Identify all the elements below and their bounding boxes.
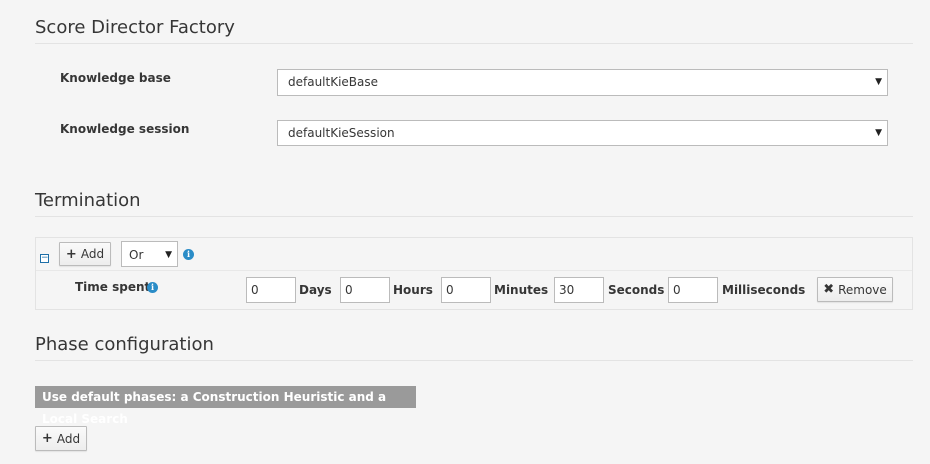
score-director-divider [35, 43, 913, 44]
score-director-title: Score Director Factory [35, 17, 235, 38]
minutes-input[interactable] [441, 277, 491, 303]
remove-button[interactable]: ✖ Remove [817, 277, 893, 302]
days-input[interactable] [246, 277, 296, 303]
knowledge-session-select[interactable]: defaultKieSession ▼ [277, 120, 888, 146]
phase-add-button[interactable]: + Add [35, 426, 87, 451]
info-circle-icon[interactable]: i [183, 249, 194, 260]
remove-label: Remove [838, 282, 887, 297]
info-circle-icon[interactable]: i [147, 282, 158, 293]
plus-icon: + [41, 431, 53, 446]
hours-input[interactable] [340, 277, 390, 303]
caret-down-icon: ▼ [165, 250, 172, 260]
knowledge-base-select[interactable]: defaultKieBase ▼ [277, 69, 888, 96]
milliseconds-input[interactable] [668, 277, 718, 303]
hours-label: Hours [393, 283, 433, 297]
termination-add-button[interactable]: + Add [59, 242, 111, 266]
minus-square-icon[interactable]: − [40, 254, 49, 263]
termination-operator-value: Or [129, 248, 144, 262]
caret-down-icon: ▼ [875, 77, 882, 87]
milliseconds-label: Milliseconds [722, 283, 806, 297]
default-phases-badge: Use default phases: a Construction Heuri… [35, 386, 416, 426]
knowledge-session-label: Knowledge session [60, 122, 190, 136]
caret-down-icon: ▼ [875, 128, 882, 138]
plus-icon: + [65, 246, 77, 262]
phase-config-divider [35, 360, 913, 361]
termination-title: Termination [35, 190, 141, 211]
seconds-label: Seconds [608, 283, 665, 297]
minutes-label: Minutes [494, 283, 549, 297]
termination-operator-select[interactable]: Or ▼ [121, 241, 178, 267]
time-spent-label: Time spent [75, 280, 151, 294]
knowledge-base-label: Knowledge base [60, 71, 171, 85]
knowledge-base-value: defaultKieBase [288, 75, 379, 89]
phase-add-label: Add [56, 431, 81, 446]
days-label: Days [299, 283, 332, 297]
knowledge-session-value: defaultKieSession [288, 126, 395, 140]
times-icon: ✖ [823, 282, 835, 297]
termination-divider [35, 216, 913, 217]
phase-config-title: Phase configuration [35, 334, 214, 355]
termination-row-divider [36, 270, 912, 271]
seconds-input[interactable] [554, 277, 604, 303]
termination-add-label: Add [80, 247, 105, 261]
